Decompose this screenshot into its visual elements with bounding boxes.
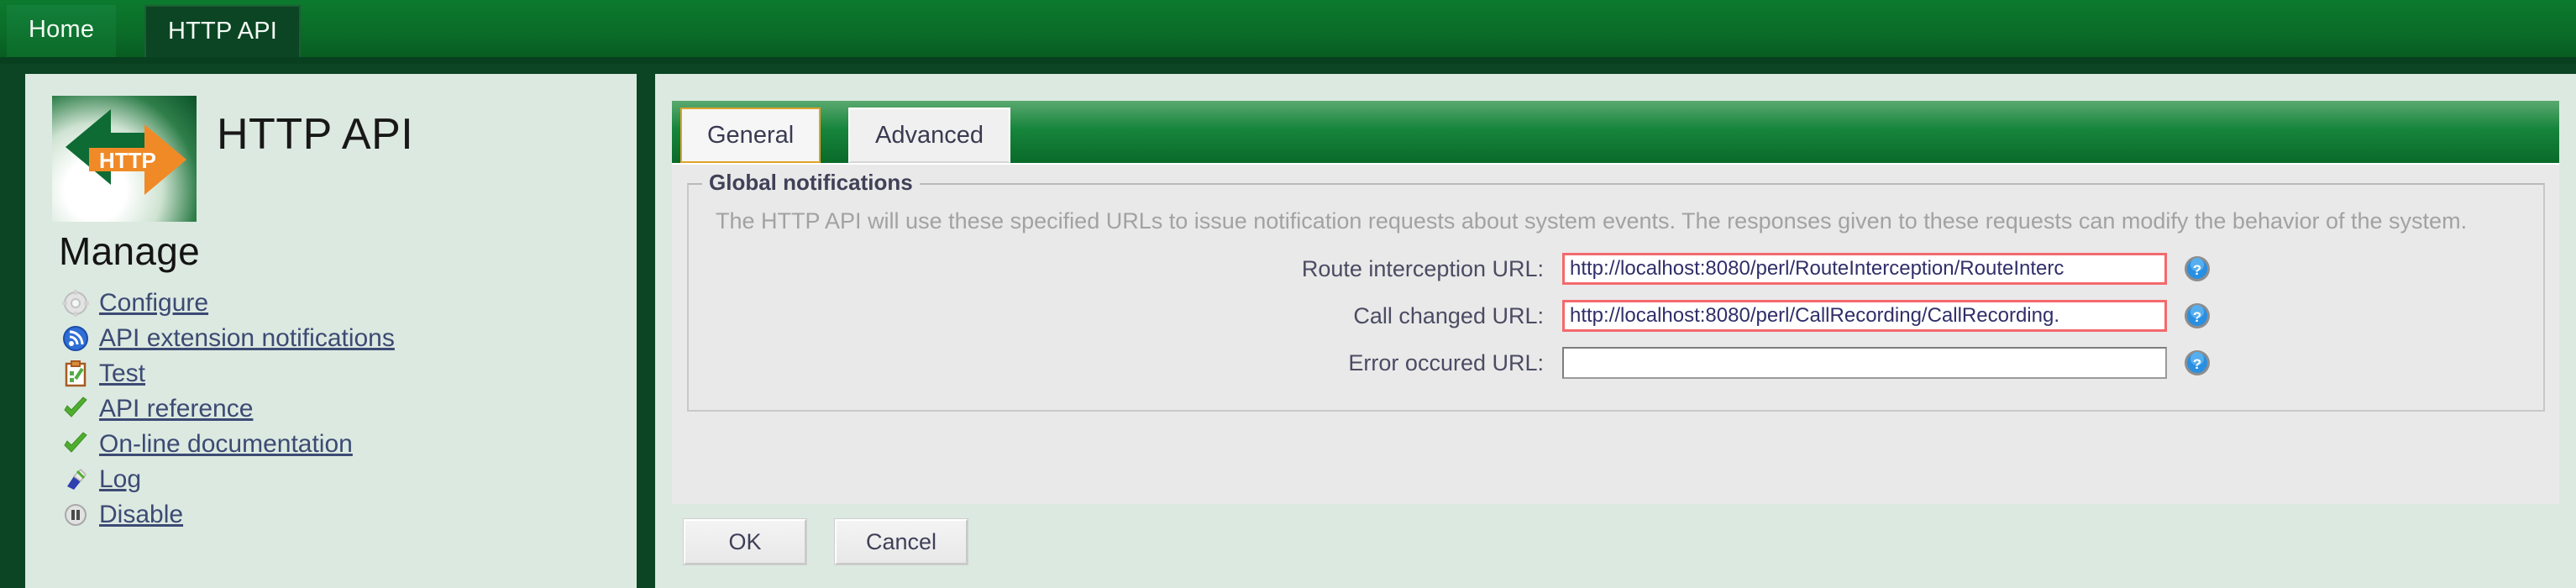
- content-tabstrip: General Advanced: [672, 101, 2559, 163]
- call-changed-url-input[interactable]: [1562, 300, 2167, 332]
- sidebar-item-disable[interactable]: Disable: [59, 497, 613, 533]
- error-occured-url-label: Error occured URL:: [1348, 349, 1544, 375]
- sidebar-header: HTTP HTTP API: [25, 74, 637, 225]
- gear-icon: [59, 287, 92, 319]
- svg-text:?: ?: [2193, 262, 2201, 278]
- fieldset-description: The HTTP API will use these specified UR…: [716, 208, 2468, 234]
- top-navigation-underline: [0, 57, 2576, 64]
- page-title: HTTP API: [217, 110, 414, 159]
- sidebar-item-log[interactable]: Log: [59, 462, 613, 497]
- svg-text:?: ?: [2193, 309, 2201, 325]
- notification-url-form: Route interception URL: ? Cal: [689, 245, 2547, 386]
- help-question-icon[interactable]: ?: [2182, 254, 2212, 284]
- sidebar-menu: Configure API extension notifications Te…: [59, 286, 613, 533]
- http-api-logo-icon: HTTP: [52, 96, 197, 222]
- sidebar-item-label: Configure: [99, 289, 209, 317]
- sidebar-section-heading: Manage: [59, 229, 201, 273]
- tab-general[interactable]: General: [680, 108, 821, 163]
- svg-text:?: ?: [2193, 356, 2201, 372]
- sidebar: HTTP HTTP API Manage Configure API exten…: [25, 74, 637, 588]
- nav-tab-http-api[interactable]: HTTP API: [144, 5, 301, 57]
- log-pen-icon: [59, 464, 92, 496]
- green-check-icon: [59, 428, 92, 460]
- top-navigation-bar: Home HTTP API: [0, 0, 2576, 64]
- sidebar-item-label: Test: [99, 360, 146, 387]
- green-check-icon: [59, 393, 92, 425]
- global-notifications-fieldset: Global notifications The HTTP API will u…: [687, 170, 2547, 412]
- sidebar-item-label: Disable: [99, 501, 184, 528]
- nav-tab-home[interactable]: Home: [7, 5, 117, 57]
- svg-text:HTTP: HTTP: [99, 148, 156, 173]
- top-navigation-tabs: Home HTTP API: [0, 0, 2576, 64]
- error-occured-url-input[interactable]: [1562, 347, 2167, 379]
- clipboard-test-icon: [59, 358, 92, 390]
- fieldset-legend: Global notifications: [702, 170, 920, 196]
- sidebar-item-label: API extension notifications: [99, 324, 395, 352]
- sidebar-item-api-extension-notifications[interactable]: API extension notifications: [59, 321, 613, 356]
- dialog-button-bar: OK Cancel: [672, 504, 2559, 571]
- tab-panel-general: Global notifications The HTTP API will u…: [672, 163, 2559, 504]
- help-question-icon[interactable]: ?: [2182, 301, 2212, 331]
- ok-button[interactable]: OK: [684, 519, 806, 564]
- sidebar-item-label: API reference: [99, 395, 254, 423]
- sidebar-item-api-reference[interactable]: API reference: [59, 391, 613, 427]
- tab-advanced[interactable]: Advanced: [848, 108, 1010, 163]
- route-interception-url-input[interactable]: [1562, 253, 2167, 285]
- page-background: HTTP HTTP API Manage Configure API exten…: [0, 64, 2576, 588]
- cancel-button[interactable]: Cancel: [835, 519, 968, 564]
- sidebar-item-label: On-line documentation: [99, 430, 353, 458]
- sidebar-item-online-documentation[interactable]: On-line documentation: [59, 427, 613, 462]
- form-row-route-interception-url: Route interception URL: ?: [689, 245, 2547, 292]
- form-row-error-occured-url: Error occured URL: ?: [689, 339, 2547, 386]
- call-changed-url-label: Call changed URL:: [1353, 302, 1544, 328]
- pause-icon: [59, 499, 92, 531]
- help-question-icon[interactable]: ?: [2182, 348, 2212, 378]
- sidebar-item-label: Log: [99, 465, 142, 493]
- sidebar-item-test[interactable]: Test: [59, 356, 613, 391]
- main-content-panel: General Advanced Global notifications Th…: [655, 74, 2576, 588]
- route-interception-url-label: Route interception URL:: [1301, 255, 1544, 281]
- sidebar-item-configure[interactable]: Configure: [59, 286, 613, 321]
- rss-feed-icon: [59, 323, 92, 354]
- form-row-call-changed-url: Call changed URL: ?: [689, 292, 2547, 339]
